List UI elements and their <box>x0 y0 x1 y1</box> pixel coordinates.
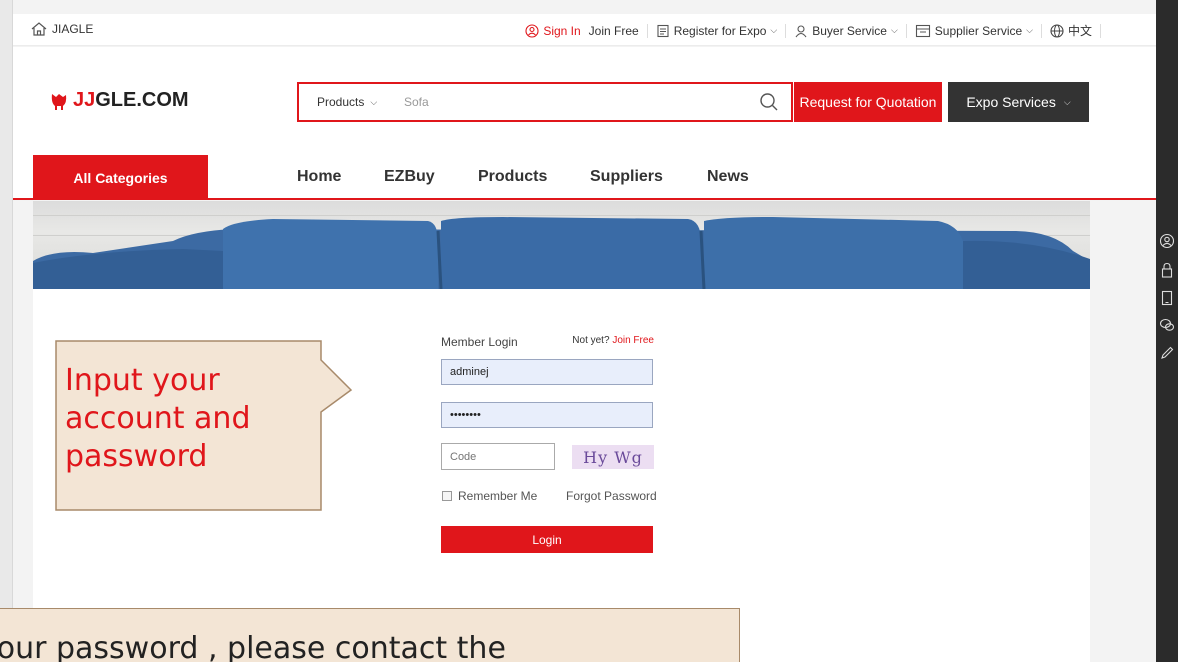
search-icon[interactable] <box>759 92 779 112</box>
login-button[interactable]: Login <box>441 526 653 553</box>
home-label: JIAGLE <box>52 22 94 36</box>
sign-in-link[interactable]: Sign In <box>517 24 588 38</box>
site-header: JJGLE.COM Products ⌵ Request for Quotati… <box>13 47 1157 200</box>
lock-icon[interactable] <box>1159 262 1175 278</box>
right-toolbar <box>1156 0 1178 662</box>
chevron-down-icon: ⌵ <box>1063 96 1071 107</box>
login-header: Member Login Not yet? Join Free <box>441 335 654 355</box>
language-label: 中文 <box>1067 24 1092 38</box>
buyer-service-menu[interactable]: Buyer Service ⌵ <box>786 24 906 38</box>
captcha-image[interactable]: Hy Wg <box>572 445 654 469</box>
checkbox-icon <box>442 491 452 501</box>
not-yet-text: Not yet? <box>572 335 610 346</box>
register-expo-label: Register for Expo <box>673 23 767 38</box>
chair-logo-icon <box>51 93 67 110</box>
join-free-label: Join Free <box>588 23 639 38</box>
register-icon <box>657 24 669 37</box>
mobile-icon[interactable] <box>1159 290 1175 306</box>
sign-in-label: Sign In <box>543 23 581 38</box>
main-nav: All Categories Home EZBuy Products Suppl… <box>13 155 1157 200</box>
logo-text-prefix: JJ <box>73 89 96 111</box>
site-logo[interactable]: JJ GLE.COM <box>49 89 189 112</box>
top-utility-bar: JIAGLE Sign In Join Free Register for Ex… <box>13 14 1157 46</box>
account-hint-text: Input your account and password <box>65 363 251 474</box>
member-login-form: Member Login Not yet? Join Free <box>441 335 654 355</box>
expo-services-button[interactable]: Expo Services ⌵ <box>948 82 1089 122</box>
join-free-prompt: Not yet? Join Free <box>572 335 654 346</box>
language-switch[interactable]: 中文 <box>1042 22 1100 39</box>
nav-products[interactable]: Products <box>478 168 547 186</box>
globe-icon <box>1050 23 1064 38</box>
chevron-down-icon: ⌵ <box>770 25 778 35</box>
pencil-icon[interactable] <box>1159 345 1175 361</box>
nav-ezbuy[interactable]: EZBuy <box>384 168 435 186</box>
password-field[interactable] <box>441 402 653 428</box>
wechat-icon[interactable] <box>1159 317 1175 333</box>
divider <box>1100 23 1101 38</box>
join-free-link[interactable]: Join Free <box>589 24 647 38</box>
forgot-password-link[interactable]: Forgot Password <box>566 489 657 503</box>
top-links: Sign In Join Free Register for Expo ⌵ Bu… <box>517 22 1101 39</box>
password-hint-callout: your password , please contact the <box>0 608 740 662</box>
login-title: Member Login <box>441 335 518 349</box>
user-icon[interactable] <box>1159 233 1175 249</box>
search-category-label: Products <box>317 95 365 109</box>
home-icon <box>31 22 47 36</box>
search-bar: Products ⌵ <box>297 82 793 122</box>
hero-banner <box>33 201 1090 289</box>
captcha-code-input[interactable] <box>441 443 555 470</box>
home-link[interactable]: JIAGLE <box>31 22 93 36</box>
page: JIAGLE Sign In Join Free Register for Ex… <box>12 0 1157 662</box>
chevron-down-icon: ⌵ <box>890 25 898 35</box>
supplier-service-menu[interactable]: Supplier Service ⌵ <box>907 24 1041 38</box>
register-expo-menu[interactable]: Register for Expo ⌵ <box>648 24 786 38</box>
nav-suppliers[interactable]: Suppliers <box>590 168 663 186</box>
logo-text-suffix: GLE.COM <box>95 89 189 111</box>
request-quotation-button[interactable]: Request for Quotation <box>794 82 942 122</box>
buyer-icon <box>795 24 807 37</box>
nav-news[interactable]: News <box>707 168 749 186</box>
remember-me-label: Remember Me <box>458 489 538 503</box>
user-icon <box>525 23 539 38</box>
account-hint-callout: Input your account and password <box>55 340 378 511</box>
store-icon <box>915 24 930 37</box>
expo-services-label: Expo Services <box>966 94 1056 110</box>
join-free-link[interactable]: Join Free <box>612 335 654 346</box>
chevron-down-icon: ⌵ <box>370 96 378 107</box>
username-field[interactable] <box>441 359 653 385</box>
sofa-image <box>33 217 1090 289</box>
chevron-down-icon: ⌵ <box>1026 25 1033 35</box>
remember-me-checkbox[interactable]: Remember Me <box>442 489 537 503</box>
password-hint-text: your password , please contact the <box>0 631 506 662</box>
nav-home[interactable]: Home <box>297 168 341 186</box>
search-category-select[interactable]: Products ⌵ <box>299 95 404 109</box>
supplier-service-label: Supplier Service <box>934 23 1023 38</box>
buyer-service-label: Buyer Service <box>812 23 887 38</box>
all-categories-button[interactable]: All Categories <box>33 155 208 200</box>
search-input[interactable] <box>404 95 724 109</box>
